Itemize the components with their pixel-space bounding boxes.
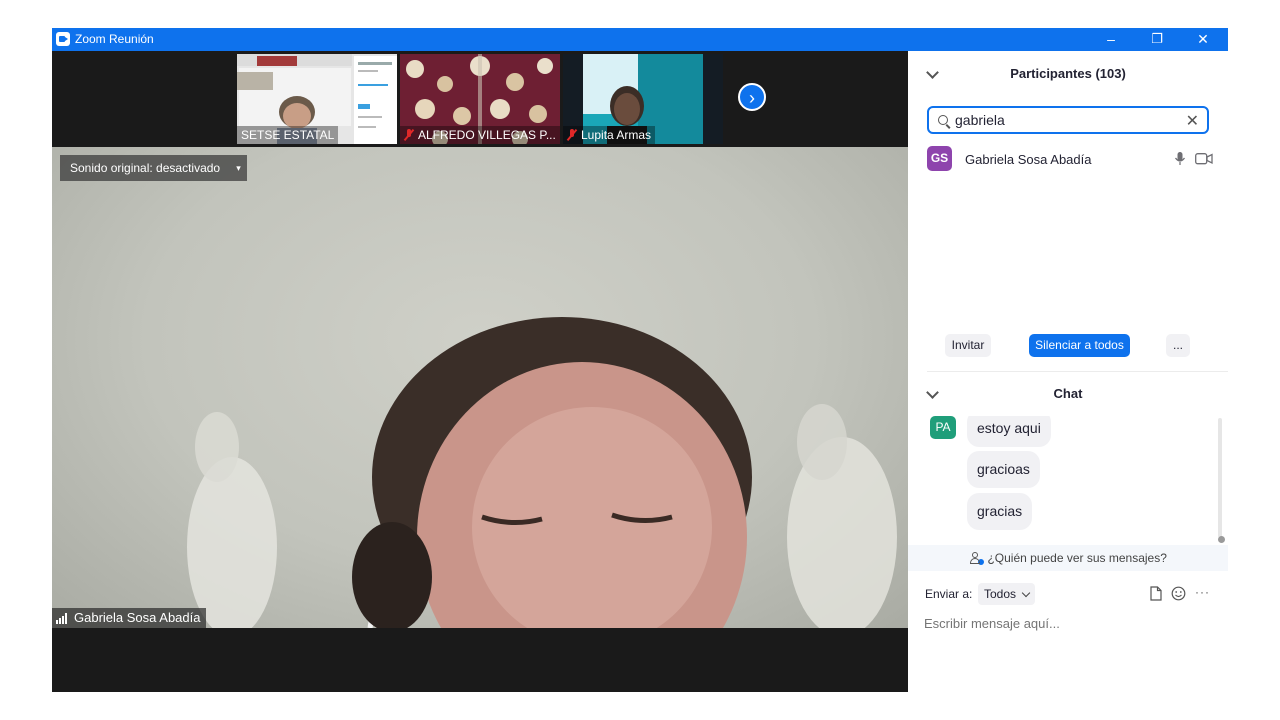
send-to-value: Todos bbox=[984, 587, 1017, 601]
chat-header: Chat bbox=[1053, 386, 1083, 401]
participant-thumbnail[interactable]: Lupita Armas bbox=[563, 54, 723, 144]
mute-all-button[interactable]: Silenciar a todos bbox=[1029, 334, 1130, 357]
next-page-arrow-icon[interactable]: › bbox=[738, 83, 766, 111]
video-camera-icon[interactable] bbox=[1195, 153, 1213, 165]
chat-message-input[interactable] bbox=[922, 611, 1216, 635]
thumbnail-name: SETSE ESTATAL bbox=[237, 126, 339, 144]
muted-mic-icon bbox=[567, 129, 577, 141]
send-to-dropdown[interactable]: Todos bbox=[978, 583, 1036, 605]
emoji-icon[interactable] bbox=[1171, 586, 1186, 601]
speaker-video-frame bbox=[187, 317, 897, 628]
original-sound-dropdown[interactable]: ▾ bbox=[230, 155, 247, 181]
participant-name: Gabriela Sosa Abadía bbox=[965, 152, 1092, 167]
chat-scroll-thumb[interactable] bbox=[1218, 536, 1225, 543]
side-panel: Participantes (103) gabriela ✕ GS Gabrie… bbox=[908, 51, 1228, 692]
send-to-label: Enviar a: bbox=[925, 587, 973, 601]
chat-message: gracias bbox=[967, 493, 1033, 530]
signal-strength-icon bbox=[56, 613, 70, 624]
active-speaker-video: Sonido original: desactivado ▾ Gabriela … bbox=[52, 147, 908, 628]
collapse-participants-chevron-icon[interactable] bbox=[926, 66, 939, 79]
thumbnail-strip: SETSE ESTATAL ALFREDO VILLEGAS P... Lupi… bbox=[52, 51, 908, 147]
user-visibility-icon bbox=[969, 552, 981, 564]
more-options-button[interactable]: ... bbox=[1166, 334, 1190, 357]
close-button[interactable]: ✕ bbox=[1180, 28, 1226, 51]
thumbnail-name: Lupita Armas bbox=[563, 126, 656, 144]
chat-scrollbar[interactable] bbox=[1218, 418, 1222, 538]
participant-row[interactable]: GS Gabriela Sosa Abadía bbox=[927, 146, 1213, 172]
meeting-area: SETSE ESTATAL ALFREDO VILLEGAS P... Lupi… bbox=[52, 51, 908, 692]
who-can-see-text: ¿Quién puede ver sus mensajes? bbox=[987, 551, 1167, 565]
participants-header: Participantes (103) bbox=[1010, 66, 1126, 81]
microphone-icon[interactable] bbox=[1174, 151, 1186, 167]
divider bbox=[927, 371, 1228, 372]
muted-mic-icon bbox=[404, 129, 414, 141]
participant-search-input[interactable]: gabriela ✕ bbox=[927, 106, 1209, 134]
chat-messages: PA estoy aqui gracioas gracias bbox=[908, 416, 1228, 544]
avatar: GS bbox=[927, 146, 952, 171]
chat-message: gracioas bbox=[967, 451, 1040, 488]
original-sound-button[interactable]: Sonido original: desactivado bbox=[60, 155, 231, 181]
more-chat-options-icon[interactable]: ··· bbox=[1195, 585, 1210, 599]
restore-button[interactable]: ❐ bbox=[1134, 28, 1180, 51]
window-title: Zoom Reunión bbox=[75, 32, 154, 46]
chevron-down-icon bbox=[1022, 588, 1031, 598]
speaker-name-label: Gabriela Sosa Abadía bbox=[52, 608, 207, 628]
thumbnail-name-text: Lupita Armas bbox=[581, 128, 652, 142]
who-can-see-banner[interactable]: ¿Quién puede ver sus mensajes? bbox=[908, 545, 1228, 571]
chat-message: estoy aqui bbox=[967, 416, 1051, 447]
minimize-button[interactable]: – bbox=[1088, 28, 1134, 51]
collapse-chat-chevron-icon[interactable] bbox=[926, 386, 939, 399]
speaker-name-text: Gabriela Sosa Abadía bbox=[74, 610, 201, 625]
participant-thumbnail[interactable]: SETSE ESTATAL bbox=[237, 54, 397, 144]
search-icon bbox=[938, 115, 948, 125]
clear-search-icon[interactable]: ✕ bbox=[1186, 111, 1199, 131]
invite-button[interactable]: Invitar bbox=[945, 334, 991, 357]
file-icon[interactable] bbox=[1150, 586, 1162, 601]
zoom-app-icon bbox=[56, 32, 70, 46]
search-value: gabriela bbox=[955, 112, 1005, 128]
sender-avatar: PA bbox=[930, 416, 956, 439]
thumbnail-name-text: ALFREDO VILLEGAS P... bbox=[418, 128, 556, 142]
thumbnail-name: ALFREDO VILLEGAS P... bbox=[400, 126, 560, 144]
participant-thumbnail[interactable]: ALFREDO VILLEGAS P... bbox=[400, 54, 560, 144]
title-bar: Zoom Reunión – ❐ ✕ bbox=[52, 28, 1228, 51]
